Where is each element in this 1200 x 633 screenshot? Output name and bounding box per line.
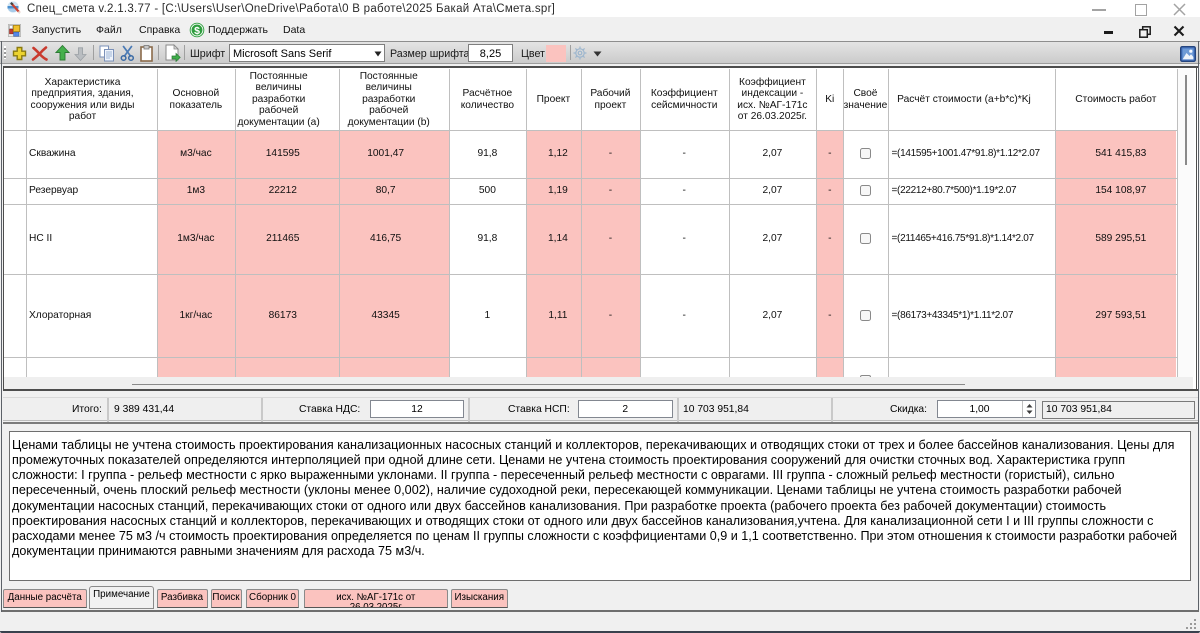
svg-text:$: $ xyxy=(194,25,200,37)
